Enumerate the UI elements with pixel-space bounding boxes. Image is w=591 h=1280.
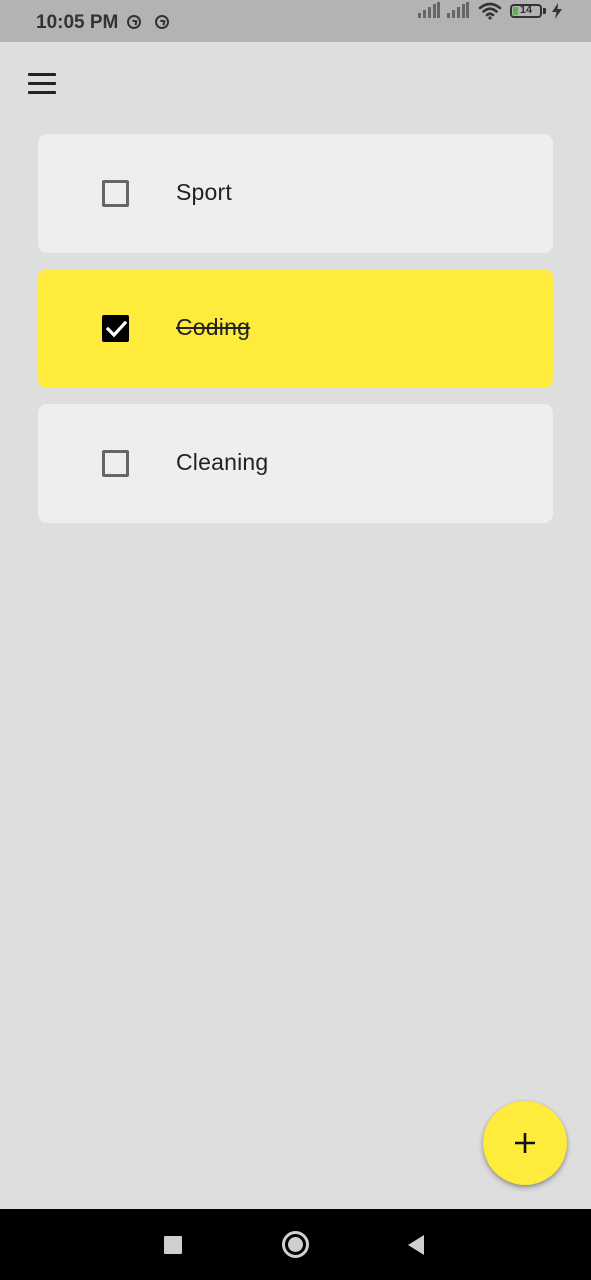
task-label: Cleaning — [176, 449, 269, 475]
add-task-button[interactable] — [483, 1101, 567, 1185]
app-notification-icon — [127, 15, 141, 29]
hamburger-menu-icon[interactable] — [22, 68, 62, 100]
home-icon[interactable] — [282, 1231, 309, 1258]
app-notification-icon — [155, 15, 169, 29]
plus-icon — [515, 1133, 535, 1153]
task-card[interactable]: Cleaning — [38, 404, 553, 523]
screen: 10:05 PM 14 Sport Coding Cleaning — [0, 0, 591, 1280]
back-icon[interactable] — [406, 1234, 426, 1256]
task-checkbox[interactable] — [102, 180, 129, 207]
task-label: Sport — [176, 179, 232, 205]
task-checkbox[interactable] — [102, 450, 129, 477]
system-nav-bar — [0, 1209, 591, 1280]
battery-icon: 14 — [510, 4, 542, 18]
charging-icon — [552, 3, 562, 19]
task-card[interactable]: Coding — [38, 269, 553, 388]
wifi-icon — [478, 2, 502, 20]
battery-level: 14 — [519, 4, 533, 16]
status-bar: 10:05 PM 14 — [0, 0, 591, 42]
task-label: Coding — [176, 314, 251, 340]
task-checkbox[interactable] — [102, 315, 129, 342]
recents-icon[interactable] — [164, 1236, 182, 1254]
task-list: Sport Coding Cleaning — [38, 134, 553, 539]
check-icon — [106, 320, 127, 338]
status-time: 10:05 PM — [36, 12, 119, 33]
signal-icon — [447, 2, 469, 18]
signal-icon — [418, 2, 440, 18]
task-card[interactable]: Sport — [38, 134, 553, 253]
